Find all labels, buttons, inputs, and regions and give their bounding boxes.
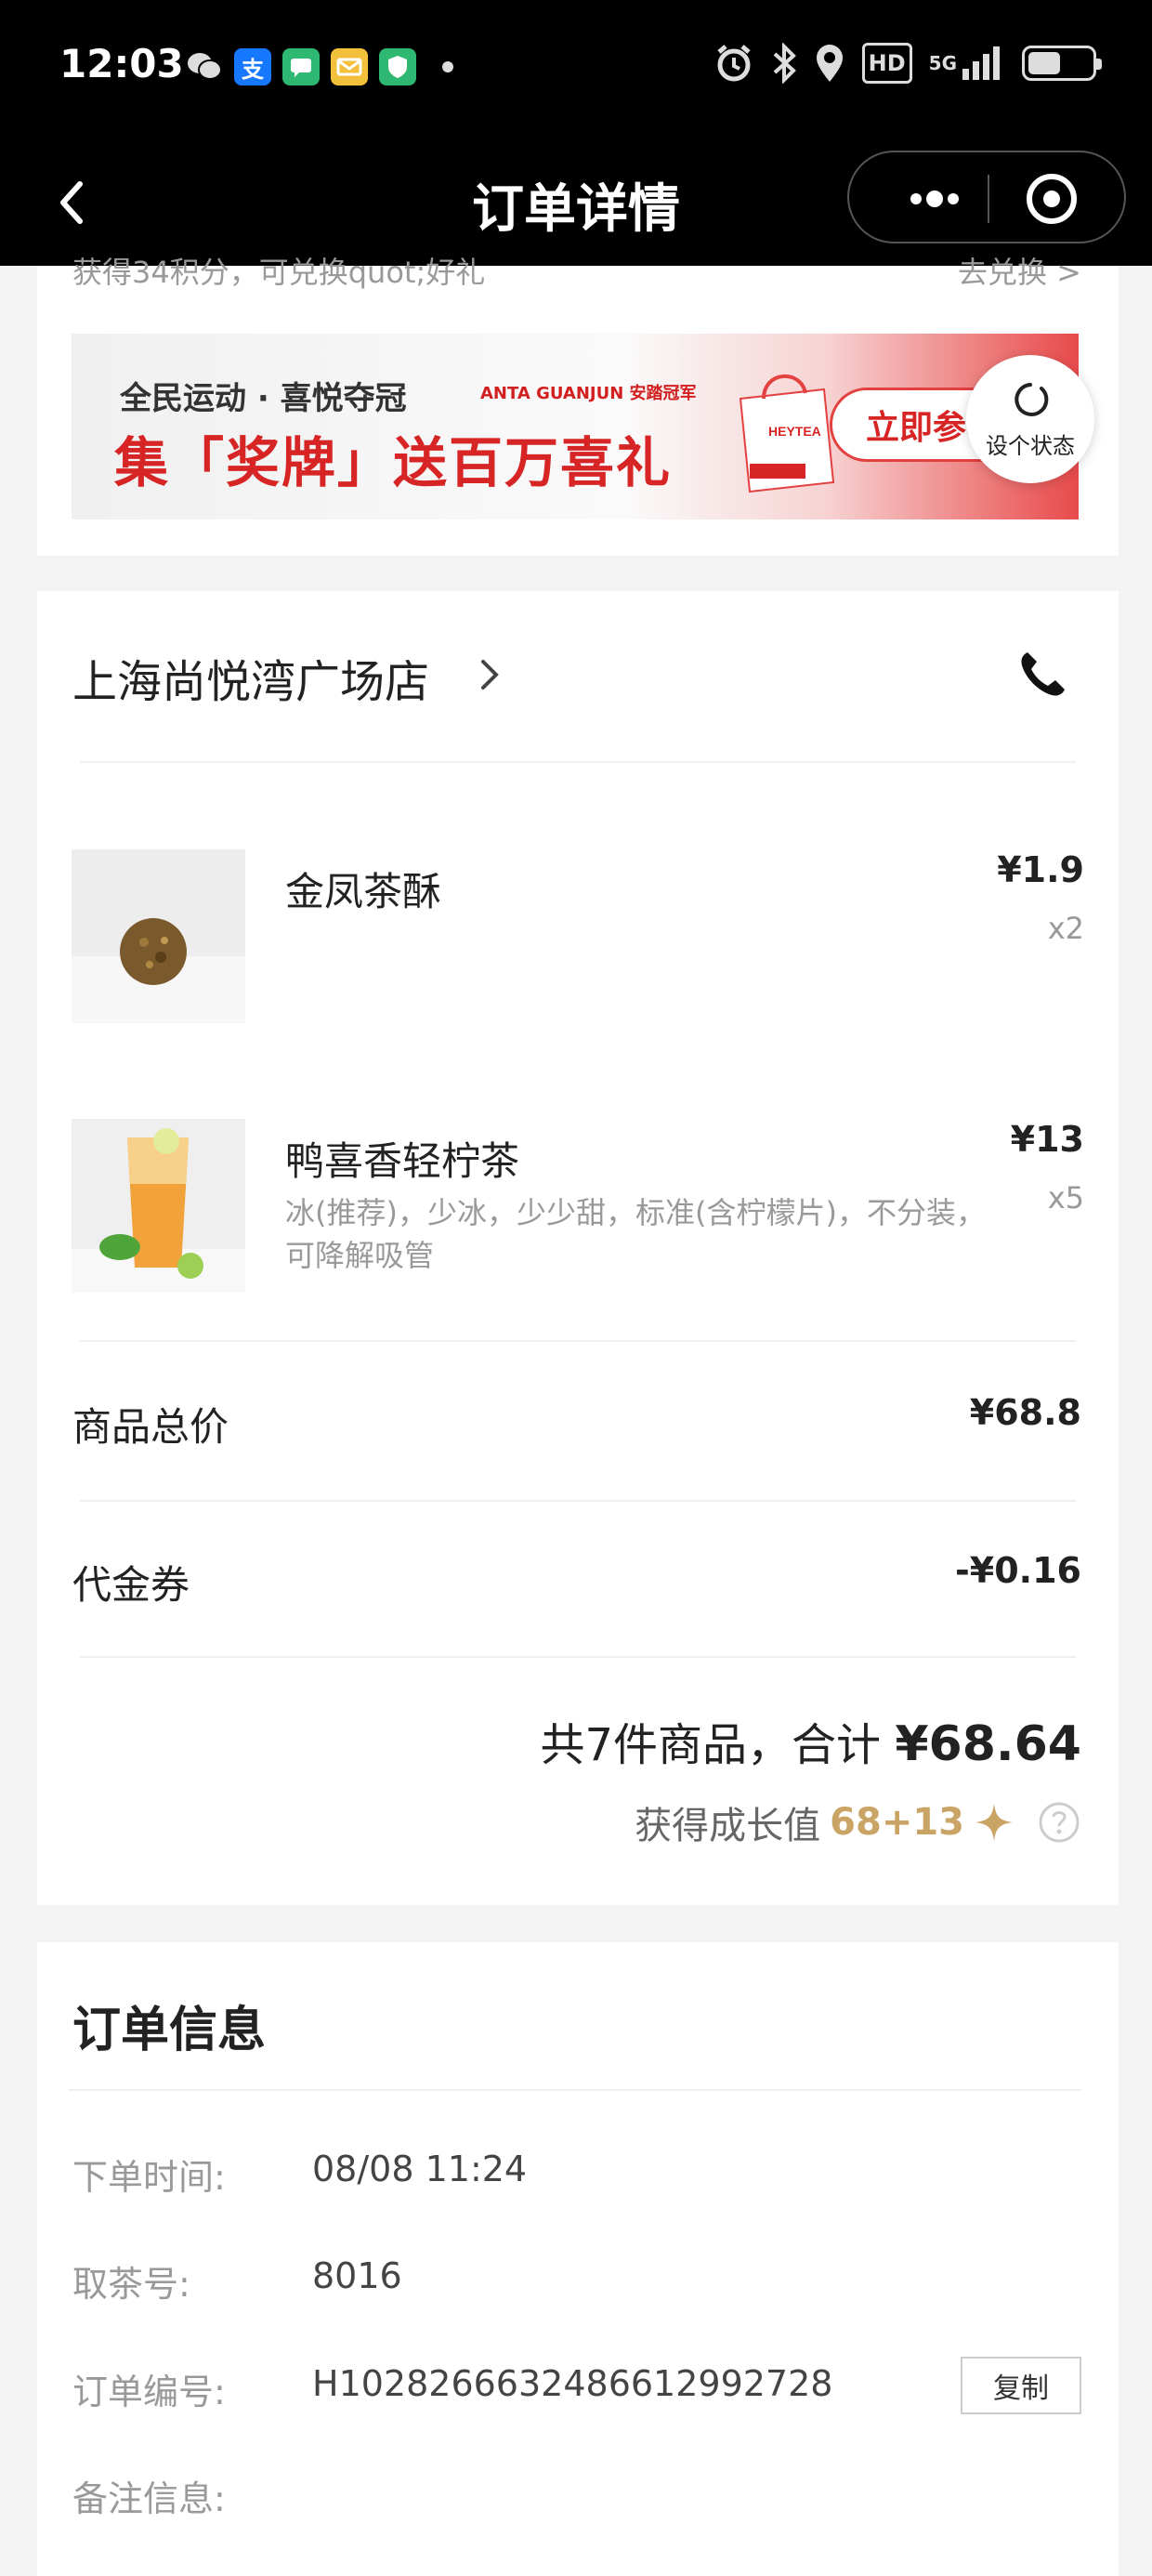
voucher-value: -¥0.16 xyxy=(955,1550,1081,1591)
signal-icon: 5G xyxy=(929,43,1005,84)
order-time-label: 下单时间: xyxy=(72,2157,226,2198)
subtotal-value: ¥68.8 xyxy=(969,1392,1081,1433)
copy-button[interactable]: 复制 xyxy=(961,2357,1081,2414)
network-type: 5G xyxy=(928,52,957,74)
more-dots-icon xyxy=(910,191,959,207)
order-item: 鸭喜香轻柠茶 冰(推荐)，少冰，少少甜，标准(含柠檬片)，不分装，可降解吸管 ¥… xyxy=(72,1119,1084,1293)
order-item: 金凤茶酥 ¥1.9 x2 xyxy=(72,849,1084,1023)
more-button[interactable] xyxy=(886,152,979,245)
remarks-label: 备注信息: xyxy=(72,2478,226,2519)
rewards-card: 获得34积分，可兑换quot;好礼 去兑换 > 全民运动 · 喜悦夺冠 ANTA… xyxy=(37,255,1119,556)
item-quantity: x5 xyxy=(1047,1180,1084,1216)
mail-icon xyxy=(331,48,368,85)
more-notifications-dot xyxy=(442,61,453,72)
hd-badge: HD xyxy=(861,43,912,84)
item-image xyxy=(72,849,245,1023)
item-name: 鸭喜香轻柠茶 xyxy=(285,1138,520,1184)
pickup-number-value: 8016 xyxy=(312,2255,402,2296)
status-time: 12:03 xyxy=(59,41,184,86)
subtotal-label: 商品总价 xyxy=(72,1404,229,1450)
loading-ring-icon xyxy=(1015,382,1049,416)
bluetooth-icon xyxy=(771,43,797,84)
shield-app-icon xyxy=(379,48,416,85)
help-icon[interactable] xyxy=(1037,1800,1081,1845)
nav-bar: 订单详情 xyxy=(0,139,1152,266)
close-miniprogram-button[interactable] xyxy=(1005,152,1098,245)
promo-banner[interactable]: 全民运动 · 喜悦夺冠 ANTA GUANJUN 安踏冠军 集「奖牌」送百万喜礼… xyxy=(72,334,1079,519)
status-right-icons: HD 5G xyxy=(713,43,1102,84)
chevron-right-icon[interactable] xyxy=(476,656,504,693)
total-prefix: 共7件商品，合计 xyxy=(540,1719,882,1771)
voucher-label: 代金券 xyxy=(72,1562,190,1608)
banner-headline: 集「奖牌」送百万喜礼 xyxy=(114,431,673,494)
order-info-card: 订单信息 下单时间: 08/08 11:24 取茶号: 8016 订单编号: H… xyxy=(37,1942,1119,2576)
order-total: 共7件商品，合计 ¥68.64 xyxy=(541,1708,1081,1773)
phone-icon[interactable] xyxy=(1015,647,1070,703)
growth-label: 获得成长值 xyxy=(635,1805,821,1847)
set-status-button[interactable]: 设个状态 xyxy=(966,355,1094,483)
status-app-icons: 支 xyxy=(186,48,453,85)
miniprogram-capsule xyxy=(847,151,1126,243)
order-info-title: 订单信息 xyxy=(72,2003,267,2058)
store-name[interactable]: 上海尚悦湾广场店 xyxy=(72,645,429,710)
svg-text:HEYTEA: HEYTEA xyxy=(768,424,821,439)
alarm-icon xyxy=(713,43,754,84)
target-close-icon xyxy=(1027,174,1077,224)
status-bar: 12:03 支 HD 5G xyxy=(0,0,1152,139)
battery-icon xyxy=(1022,46,1102,81)
item-options: 冰(推荐)，少冰，少少甜，标准(含柠檬片)，不分装，可降解吸管 xyxy=(285,1195,986,1273)
banner-brand: ANTA GUANJUN 安踏冠军 xyxy=(480,384,697,403)
growth-value: 68+13 xyxy=(830,1801,964,1844)
item-name: 金凤茶酥 xyxy=(285,869,442,914)
pickup-number-label: 取茶号: xyxy=(72,2264,190,2305)
set-status-label: 设个状态 xyxy=(986,432,1075,459)
wechat-icon xyxy=(186,48,223,85)
order-number-label: 订单编号: xyxy=(72,2372,226,2412)
messages-icon xyxy=(282,48,320,85)
location-icon xyxy=(814,43,845,84)
item-quantity: x2 xyxy=(1047,911,1084,946)
order-items-card: 上海尚悦湾广场店 金凤茶酥 ¥1.9 x2 鸭喜香轻柠茶 冰(推荐)，少冰，少少… xyxy=(37,591,1119,1905)
growth-value-row: 获得成长值 68+13 xyxy=(635,1795,1081,1849)
points-text: 获得34积分，可兑换quot;好礼 xyxy=(72,255,486,290)
order-time-value: 08/08 11:24 xyxy=(312,2149,528,2189)
total-value: ¥68.64 xyxy=(895,1716,1081,1772)
order-number-value: H1028266632486612992728 xyxy=(312,2363,833,2404)
item-price: ¥1.9 xyxy=(997,849,1084,890)
alipay-icon: 支 xyxy=(234,48,271,85)
banner-tagline: 全民运动 · 喜悦夺冠 xyxy=(120,380,407,417)
item-price: ¥13 xyxy=(1010,1119,1084,1160)
sparkle-icon xyxy=(975,1804,1013,1841)
item-image xyxy=(72,1119,245,1293)
redeem-link[interactable]: 去兑换 > xyxy=(958,249,1081,292)
